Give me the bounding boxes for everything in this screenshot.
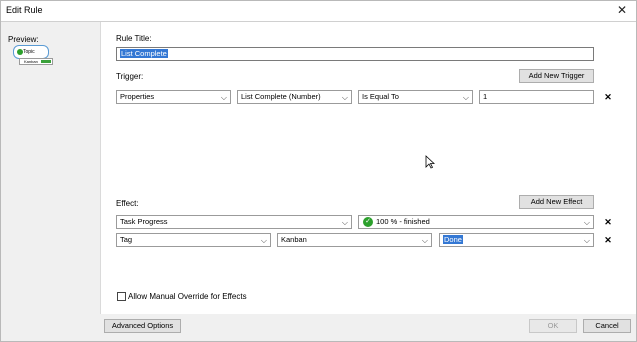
preview-tag-text: Kanban [24, 59, 38, 64]
chevron-down-icon: ⌵ [462, 93, 469, 102]
delete-effect-2-icon[interactable]: ✕ [603, 235, 613, 245]
allow-override-label: Allow Manual Override for Effects [128, 292, 247, 301]
close-icon[interactable]: ✕ [614, 2, 630, 18]
effect-2-value-dropdown[interactable]: Done ⌵ [439, 233, 594, 247]
trigger-type-value: Properties [120, 92, 155, 101]
preview-pane [0, 22, 100, 342]
title-bar [0, 0, 637, 22]
preview-topic: Topic [13, 45, 49, 59]
trigger-type-dropdown[interactable]: Properties ⌵ [116, 90, 231, 104]
effect-2-type-value: Tag [120, 235, 133, 244]
preview-label: Preview: [8, 35, 39, 44]
mouse-cursor-icon [425, 155, 435, 169]
delete-effect-1-icon[interactable]: ✕ [603, 217, 613, 227]
trigger-property-value: List Complete (Number) [241, 92, 321, 101]
rule-title-value: List Complete [120, 49, 168, 58]
trigger-value-input[interactable]: 1 [479, 90, 594, 104]
advanced-options-button[interactable]: Advanced Options [104, 319, 181, 333]
trigger-property-dropdown[interactable]: List Complete (Number) ⌵ [237, 90, 352, 104]
effect-1-type-value: Task Progress [120, 217, 168, 226]
trigger-label: Trigger: [116, 72, 144, 81]
chevron-down-icon: ⌵ [583, 236, 590, 245]
chevron-down-icon: ⌵ [341, 218, 348, 227]
rule-editor [100, 22, 637, 314]
cancel-button[interactable]: Cancel [583, 319, 631, 333]
ok-button[interactable]: OK [529, 319, 577, 333]
trigger-operator-value: Is Equal To [362, 92, 399, 101]
chevron-down-icon: ⌵ [260, 236, 267, 245]
allow-override-checkbox[interactable] [117, 292, 126, 301]
effect-1-value: 100 % - finished [376, 217, 430, 226]
effect-2-value: Done [443, 235, 463, 244]
chevron-down-icon: ⌵ [341, 93, 348, 102]
effect-2-group-value: Kanban [281, 235, 307, 244]
add-trigger-button[interactable]: Add New Trigger [519, 69, 594, 83]
check-circle-icon: ✓ [363, 217, 373, 227]
effect-label: Effect: [116, 199, 139, 208]
preview-progress-bar [41, 60, 51, 63]
window-title: Edit Rule [6, 5, 43, 15]
rule-title-label: Rule Title: [116, 34, 152, 43]
effect-2-type-dropdown[interactable]: Tag ⌵ [116, 233, 271, 247]
trigger-value: 1 [483, 92, 488, 101]
trigger-operator-dropdown[interactable]: Is Equal To ⌵ [358, 90, 473, 104]
pane-divider [100, 22, 101, 342]
delete-trigger-icon[interactable]: ✕ [603, 92, 613, 102]
rule-title-input[interactable]: List Complete [116, 47, 594, 61]
chevron-down-icon: ⌵ [583, 218, 590, 227]
effect-1-value-dropdown[interactable]: ✓ 100 % - finished ⌵ [358, 215, 594, 229]
preview-tag: Kanban [19, 58, 53, 65]
add-effect-button[interactable]: Add New Effect [519, 195, 594, 209]
chevron-down-icon: ⌵ [421, 236, 428, 245]
check-icon [17, 49, 23, 55]
preview-topic-text: Topic [23, 49, 35, 55]
effect-2-group-dropdown[interactable]: Kanban ⌵ [277, 233, 432, 247]
effect-1-type-dropdown[interactable]: Task Progress ⌵ [116, 215, 352, 229]
chevron-down-icon: ⌵ [220, 93, 227, 102]
